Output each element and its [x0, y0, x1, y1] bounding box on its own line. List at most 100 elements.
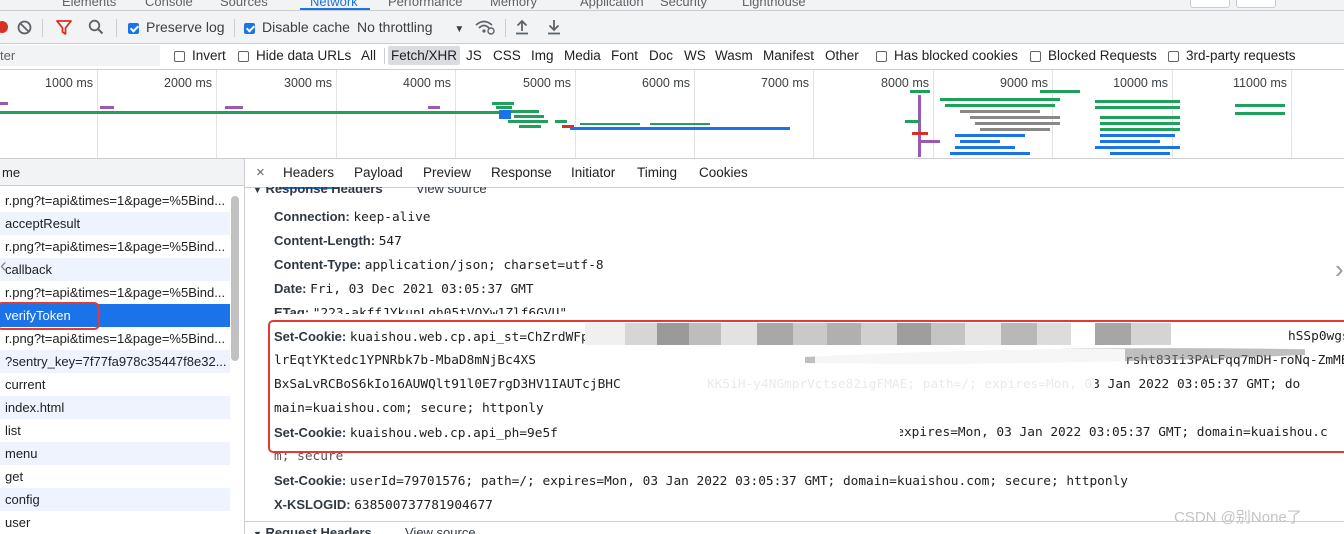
- request-row[interactable]: menu: [0, 442, 230, 465]
- request-row[interactable]: r.png?t=api&times=1&page=%5Bind...: [0, 189, 230, 212]
- hide-data-urls-label: Hide data URLs: [256, 48, 352, 63]
- checkbox-icon: [174, 51, 185, 62]
- header-value: Fri, 03 Dec 2021 03:05:37 GMT: [310, 282, 534, 297]
- filter-bar: Invert Hide data URLs All Fetch/XHR JS C…: [0, 44, 1344, 70]
- header-row: ETag: "223-akffJYkunLgh05tVOYw1Zlf6GVU": [274, 305, 567, 314]
- tab-response[interactable]: Response: [491, 165, 552, 180]
- request-row[interactable]: user: [0, 511, 230, 534]
- header-value: "223-akffJYkunLgh05tVOYw1Zlf6GVU": [312, 306, 568, 314]
- annotation-highlight-box: [268, 320, 1344, 453]
- third-party-checkbox[interactable]: 3rd-party requests: [1168, 48, 1296, 63]
- filter-type-manifest[interactable]: Manifest: [763, 48, 814, 63]
- request-list-scrollbar[interactable]: [231, 196, 239, 361]
- request-row[interactable]: current: [0, 373, 230, 396]
- request-row[interactable]: r.png?t=api&times=1&page=%5Bind...: [0, 235, 230, 258]
- warning-badge[interactable]: [1190, 0, 1230, 8]
- invert-label: Invert: [192, 48, 226, 63]
- tab-lighthouse[interactable]: Lighthouse: [742, 0, 806, 9]
- tab-security[interactable]: Security: [660, 0, 707, 9]
- checkbox-icon: [238, 51, 249, 62]
- request-row[interactable]: acceptResult: [0, 212, 230, 235]
- blocked-requests-label: Blocked Requests: [1048, 48, 1157, 63]
- request-row[interactable]: callback: [0, 258, 230, 281]
- tab-timing[interactable]: Timing: [637, 165, 677, 180]
- header-row: Content-Type: application/json; charset=…: [274, 257, 604, 273]
- filter-type-wasm[interactable]: Wasm: [715, 48, 753, 63]
- header-name: Date:: [274, 281, 307, 296]
- filter-type-ws[interactable]: WS: [684, 48, 706, 63]
- checkbox-icon: [1030, 51, 1041, 62]
- filter-type-doc[interactable]: Doc: [649, 48, 673, 63]
- request-row[interactable]: r.png?t=api&times=1&page=%5Bind...: [0, 327, 230, 350]
- tab-memory[interactable]: Memory: [490, 0, 537, 9]
- request-row[interactable]: ?sentry_key=7f77fa978c35447f8e32...: [0, 350, 230, 373]
- filter-icon[interactable]: [56, 20, 72, 35]
- tab-preview[interactable]: Preview: [423, 165, 471, 180]
- header-value: 638500737781904677: [354, 498, 493, 513]
- tab-application[interactable]: Application: [580, 0, 644, 9]
- expand-triangle-icon: ▼: [253, 187, 262, 195]
- request-row[interactable]: index.html: [0, 396, 230, 419]
- hide-data-urls-checkbox[interactable]: Hide data URLs: [238, 48, 351, 63]
- has-blocked-cookies-label: Has blocked cookies: [894, 48, 1018, 63]
- clear-icon[interactable]: [17, 20, 32, 35]
- tab-elements[interactable]: Elements: [62, 0, 116, 9]
- invert-checkbox[interactable]: Invert: [174, 48, 226, 63]
- filter-type-other[interactable]: Other: [825, 48, 859, 63]
- checkbox-checked-icon: [244, 23, 255, 34]
- filter-type-all[interactable]: All: [361, 48, 376, 63]
- throttling-value: No throttling: [357, 19, 433, 35]
- close-icon[interactable]: ×: [256, 164, 265, 181]
- filter-type-fetch-xhr[interactable]: Fetch/XHR: [388, 46, 461, 65]
- header-row: Set-Cookie: userId=79701576; path=/; exp…: [274, 473, 1128, 489]
- view-source-link[interactable]: View source: [416, 187, 487, 196]
- disable-cache-checkbox[interactable]: Disable cache: [244, 18, 350, 36]
- filter-type-media[interactable]: Media: [564, 48, 601, 63]
- filter-input[interactable]: [0, 45, 160, 66]
- request-list-header[interactable]: me: [0, 159, 244, 186]
- record-icon[interactable]: [0, 21, 8, 33]
- preserve-log-label: Preserve log: [146, 19, 225, 35]
- request-row[interactable]: get: [0, 465, 230, 488]
- section-header-clip: ▼ Response Headers View source: [245, 187, 1344, 197]
- third-party-label: 3rd-party requests: [1186, 48, 1296, 63]
- request-row[interactable]: config: [0, 488, 230, 511]
- throttling-select[interactable]: No throttling ▼: [357, 18, 464, 36]
- response-headers-title[interactable]: ▼ Response Headers: [253, 187, 383, 196]
- header-value: application/json; charset=utf-8: [364, 258, 604, 273]
- tab-payload[interactable]: Payload: [354, 165, 403, 180]
- import-har-icon[interactable]: [515, 18, 529, 35]
- overview-waterfall: [0, 90, 1285, 157]
- has-blocked-cookies-checkbox[interactable]: Has blocked cookies: [876, 48, 1018, 63]
- search-icon[interactable]: [88, 19, 104, 35]
- filter-type-css[interactable]: CSS: [493, 48, 521, 63]
- annotation-highlight-box: [0, 302, 100, 330]
- request-headers-title[interactable]: ▼ Request Headers: [253, 525, 372, 534]
- network-conditions-icon[interactable]: [474, 18, 496, 36]
- request-row[interactable]: list: [0, 419, 230, 442]
- tab-cookies[interactable]: Cookies: [699, 165, 748, 180]
- right-arrow-icon[interactable]: ›: [1335, 254, 1344, 285]
- devtools-tab-strip: Elements Console Sources Network Perform…: [0, 0, 1344, 11]
- issues-badge[interactable]: [1236, 0, 1276, 8]
- tab-initiator[interactable]: Initiator: [571, 165, 615, 180]
- filter-type-font[interactable]: Font: [611, 48, 638, 63]
- checkbox-icon: [1168, 51, 1179, 62]
- tab-console[interactable]: Console: [145, 0, 193, 9]
- tab-sources[interactable]: Sources: [220, 0, 268, 9]
- tab-performance[interactable]: Performance: [388, 0, 462, 9]
- preserve-log-checkbox[interactable]: Preserve log: [128, 18, 225, 36]
- view-source-link[interactable]: View source: [405, 525, 476, 534]
- blocked-requests-checkbox[interactable]: Blocked Requests: [1030, 48, 1157, 63]
- tab-headers[interactable]: Headers: [278, 165, 339, 189]
- filter-type-js[interactable]: JS: [466, 48, 482, 63]
- header-row: Date: Fri, 03 Dec 2021 03:05:37 GMT: [274, 281, 534, 297]
- request-row[interactable]: r.png?t=api&times=1&page=%5Bind...: [0, 281, 230, 304]
- network-overview[interactable]: 1000 ms 2000 ms 3000 ms 4000 ms 5000 ms …: [0, 70, 1344, 159]
- request-list: me r.png?t=api&times=1&page=%5Bind... ac…: [0, 159, 245, 534]
- export-har-icon[interactable]: [547, 18, 561, 35]
- header-name: X-KSLOGID:: [274, 497, 351, 512]
- header-name: ETag:: [274, 305, 310, 314]
- left-arrow-icon[interactable]: ‹: [0, 255, 7, 278]
- filter-type-img[interactable]: Img: [531, 48, 554, 63]
